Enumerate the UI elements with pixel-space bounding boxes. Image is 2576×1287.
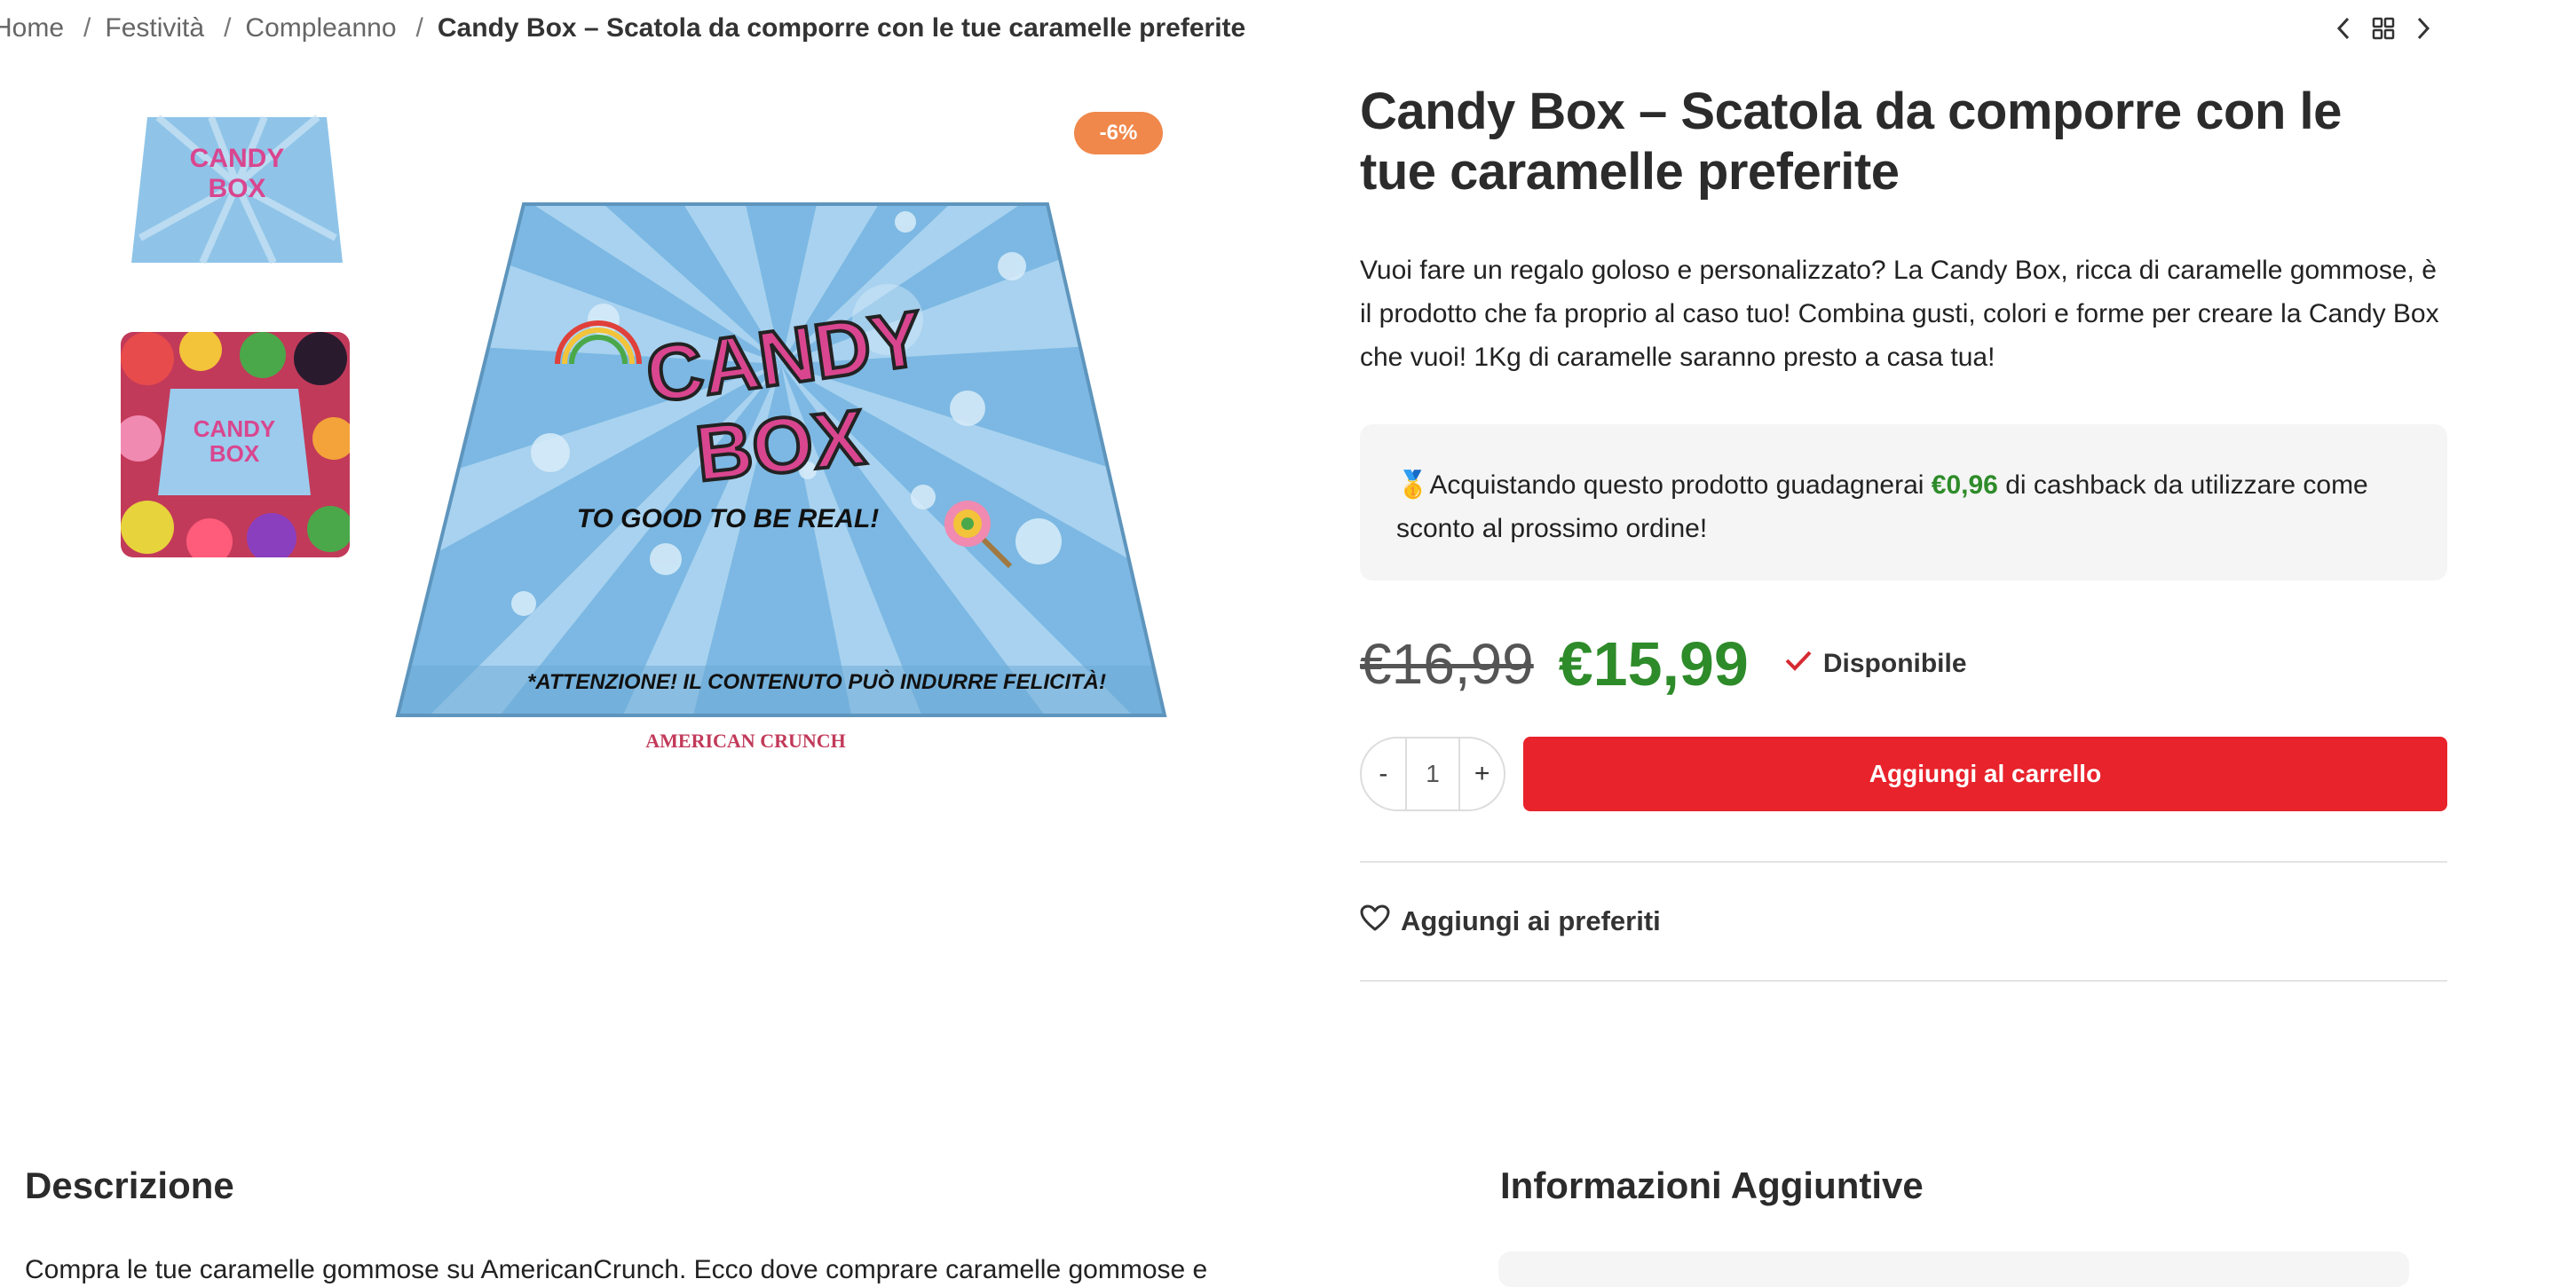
description-text: Compra le tue caramelle gommose su Ameri… [25,1255,1208,1284]
divider [1360,861,2447,863]
breadcrumb-separator: / [224,13,232,43]
additional-info-heading: Informazioni Aggiuntive [1500,1165,1924,1206]
product-title: Candy Box – Scatola da comporre con le t… [1360,83,2342,201]
svg-text:BOX: BOX [208,174,265,203]
description-heading: Descrizione [25,1165,234,1206]
chevron-right-icon[interactable] [2414,16,2432,41]
box-title-line2: BOX [691,392,869,497]
additional-info-box [1498,1251,2409,1287]
gallery-thumbnail-box[interactable]: CANDY BOX [122,105,352,282]
cashback-amount: €0,96 [1931,470,1998,500]
grid-icon[interactable] [2372,17,2395,40]
quantity-increase-button[interactable]: + [1460,759,1504,789]
breadcrumb: Home / Festività / Compleanno / Candy Bo… [0,11,1245,46]
box-brand: AMERICAN CRUNCH [645,730,846,752]
old-price: €16,99 [1360,632,1534,696]
stock-label: Disponibile [1822,649,1967,678]
svg-text:CANDY: CANDY [190,144,285,173]
add-to-cart-button[interactable]: Aggiungi al carrello [1523,737,2447,811]
svg-text:CANDY: CANDY [194,415,275,442]
breadcrumb-link-compleanno[interactable]: Compleanno [245,13,396,43]
medal-icon: 🥇 [1396,470,1430,500]
add-to-wishlist-link[interactable]: Aggiungi ai preferiti [1360,902,1661,941]
breadcrumb-separator: / [83,13,91,43]
stock-status: Disponibile [1784,648,1967,680]
product-short-description: Vuoi fare un regalo goloso e personalizz… [1360,256,2439,372]
chevron-left-icon[interactable] [2335,16,2352,41]
check-icon [1784,648,1823,680]
main-product-image[interactable]: CANDY BOX TO GOOD TO BE REAL! *ATTENZION… [391,186,1172,772]
breadcrumb-current: Candy Box – Scatola da comporre con le t… [437,13,1246,43]
cashback-notice: 🥇Acquistando questo prodotto guadagnerai… [1360,424,2447,580]
sale-price: €15,99 [1558,629,1749,699]
discount-badge: -6% [1074,112,1163,154]
breadcrumb-separator: / [415,13,423,43]
heart-icon [1360,904,1401,938]
gallery-thumbnail-candies[interactable]: CANDY BOX [121,332,350,557]
quantity-stepper: - 1 + [1360,737,1505,811]
product-navigation [2335,11,2432,46]
quantity-input[interactable]: 1 [1404,738,1461,809]
quantity-decrease-button[interactable]: - [1362,759,1405,789]
cashback-text-before: Acquistando questo prodotto guadagnerai [1429,470,1932,500]
svg-text:BOX: BOX [209,440,260,467]
price-row: €16,99 €15,99 Disponibile [1360,621,1967,707]
breadcrumb-link-home[interactable]: Home [0,13,64,43]
box-warning: *ATTENZIONE! IL CONTENUTO PUÒ INDURRE FE… [527,669,1106,694]
wishlist-label: Aggiungi ai preferiti [1401,905,1661,936]
box-tagline: TO GOOD TO BE REAL! [577,504,880,533]
divider [1360,980,2447,982]
breadcrumb-link-festivita[interactable]: Festività [105,13,204,43]
